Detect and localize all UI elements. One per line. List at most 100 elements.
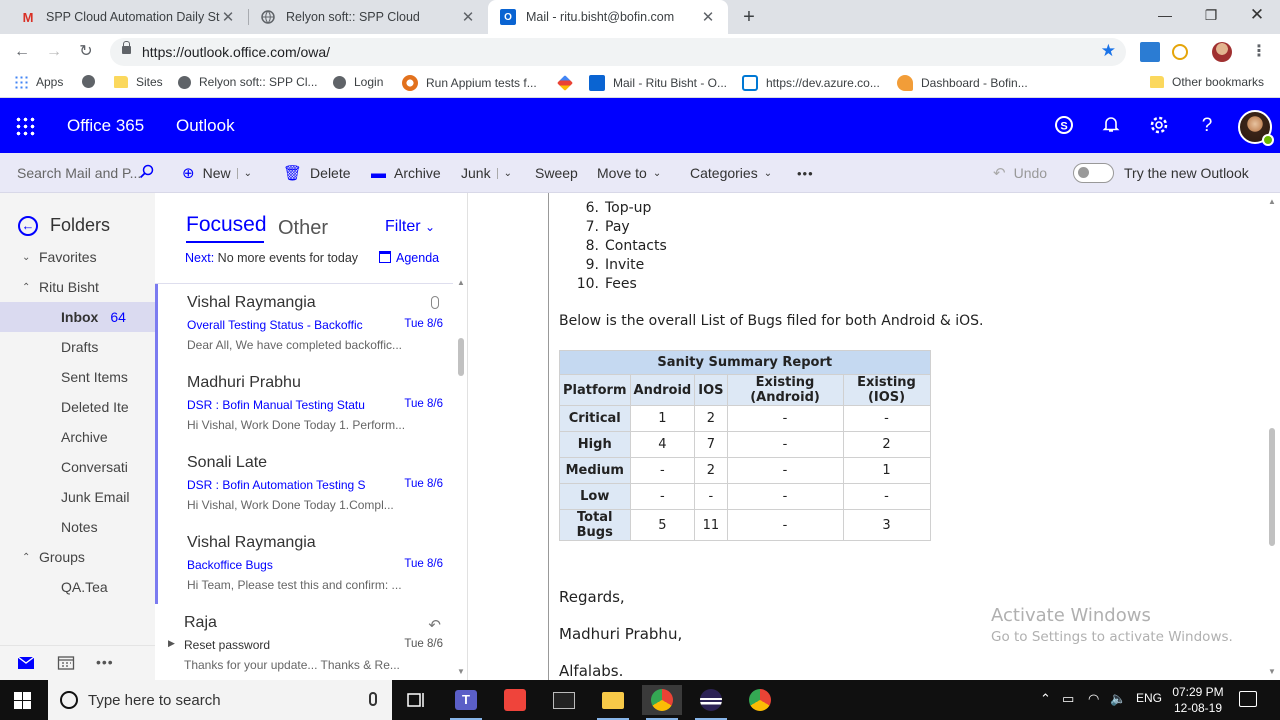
app-launcher-button[interactable] — [0, 98, 50, 153]
move-to-button[interactable]: Move to ⌄ — [597, 153, 661, 193]
close-window-icon[interactable]: ✕ — [1234, 0, 1280, 32]
extension-icon[interactable] — [1172, 44, 1188, 60]
bookmark-sites[interactable]: Sites — [114, 75, 163, 89]
tab-focused[interactable]: Focused — [186, 213, 267, 243]
scroll-down-icon[interactable]: ▼ — [1268, 667, 1276, 676]
close-tab-icon[interactable]: ✕ — [460, 8, 476, 26]
windows-start-icon[interactable] — [14, 692, 31, 709]
more-actions-button[interactable]: ••• — [797, 153, 814, 193]
chrome-icon[interactable] — [740, 685, 780, 715]
terminal-icon[interactable] — [544, 685, 584, 715]
minimize-icon[interactable]: — — [1142, 0, 1188, 32]
reading-scrollbar[interactable]: ▲ ▼ — [1264, 193, 1280, 680]
folder-groups[interactable]: ⌃ Groups — [0, 542, 155, 572]
microphone-icon[interactable] — [369, 692, 377, 706]
chevron-down-icon[interactable]: ⌄ — [496, 167, 512, 179]
volume-icon[interactable]: 🔈 — [1110, 691, 1126, 707]
message-item[interactable]: Sonali Late DSR : Bofin Automation Testi… — [155, 444, 453, 524]
calendar-icon[interactable] — [57, 656, 75, 670]
bookmark-apps[interactable]: Apps — [14, 75, 63, 89]
scroll-up-icon[interactable]: ▲ — [457, 278, 465, 287]
browser-tab[interactable]: M SPP Cloud Automation Daily Stat ✕ — [8, 0, 248, 34]
bookmark-star-icon[interactable]: ★ — [1101, 41, 1116, 61]
folders-header[interactable]: ← Folders — [18, 215, 110, 236]
file-explorer-icon[interactable] — [593, 685, 633, 720]
chevron-down-icon[interactable]: ⌄ — [236, 167, 252, 179]
expand-conversation-icon[interactable]: ▶ — [168, 638, 175, 649]
chevron-up-icon[interactable]: ⌃ — [22, 552, 33, 563]
message-item[interactable]: Madhuri Prabhu DSR : Bofin Manual Testin… — [155, 364, 453, 444]
message-item[interactable]: Vishal Raymangia Backoffice Bugs Tue 8/6… — [155, 524, 453, 604]
close-tab-icon[interactable]: ✕ — [700, 8, 716, 26]
search-icon[interactable] — [139, 164, 154, 179]
scrollbar-thumb[interactable] — [458, 338, 464, 376]
profile-avatar-icon[interactable] — [1212, 42, 1232, 62]
chevron-up-icon[interactable]: ⌃ — [1040, 691, 1051, 707]
chrome-icon[interactable] — [642, 685, 682, 720]
bookmark-item[interactable] — [82, 75, 103, 88]
battery-icon[interactable]: ▭ — [1062, 691, 1074, 707]
chevron-up-icon[interactable]: ⌃ — [22, 282, 33, 293]
folder-archive[interactable]: Archive — [0, 422, 155, 452]
tab-other[interactable]: Other — [278, 217, 328, 240]
try-new-outlook-toggle[interactable] — [1073, 163, 1114, 183]
skype-icon[interactable]: S — [1053, 115, 1075, 137]
bookmark-item[interactable]: Relyon soft:: SPP Cl... — [178, 75, 318, 89]
task-view-icon[interactable] — [396, 685, 436, 715]
wifi-icon[interactable]: ◠ — [1088, 691, 1099, 707]
group-item[interactable]: QA.Tea — [0, 572, 155, 602]
new-button[interactable]: ⊕ New ⌄ — [182, 153, 252, 193]
list-scrollbar[interactable]: ▲ ▼ — [455, 278, 467, 678]
forward-arrow-icon[interactable]: → — [42, 40, 66, 64]
folder-junk-email[interactable]: Junk Email — [0, 482, 155, 512]
categories-button[interactable]: Categories ⌄ — [690, 153, 772, 193]
address-bar[interactable]: https://outlook.office.com/owa/ ★ — [110, 38, 1126, 66]
bookmark-item[interactable]: https://dev.azure.co... — [742, 75, 880, 91]
sweep-button[interactable]: Sweep — [535, 153, 578, 193]
extension-icon[interactable] — [1140, 42, 1160, 62]
folder-favorites[interactable]: ⌄ Favorites — [0, 242, 155, 272]
agenda-link[interactable]: Agenda — [379, 251, 439, 265]
chevron-down-icon[interactable]: ⌄ — [22, 252, 33, 263]
language-indicator[interactable]: ENG — [1136, 691, 1162, 705]
app-name[interactable]: Outlook — [176, 116, 235, 136]
scrollbar-thumb[interactable] — [1269, 428, 1275, 546]
help-icon[interactable]: ? — [1196, 115, 1218, 137]
message-item[interactable]: Vishal Raymangia Overall Testing Status … — [155, 284, 453, 364]
office-brand[interactable]: Office 365 — [67, 116, 144, 136]
folder-account[interactable]: ⌃ Ritu Bisht — [0, 272, 155, 302]
restore-icon[interactable]: ❐ — [1188, 0, 1234, 32]
taskbar-search-box[interactable]: Type here to search — [48, 680, 392, 720]
more-modules-icon[interactable]: ••• — [96, 654, 114, 670]
bookmark-item[interactable]: Run Appium tests f... — [402, 75, 537, 91]
folder-drafts[interactable]: Drafts — [0, 332, 155, 362]
notification-center-icon[interactable] — [1239, 691, 1257, 707]
folder-notes[interactable]: Notes — [0, 512, 155, 542]
bookmark-item[interactable]: Dashboard - Bofin... — [897, 75, 1028, 91]
close-tab-icon[interactable]: ✕ — [220, 8, 236, 26]
delete-button[interactable]: 🗑 Delete — [283, 153, 351, 193]
bell-icon[interactable] — [1100, 115, 1122, 137]
mail-icon[interactable] — [17, 656, 35, 670]
taskbar-clock[interactable]: 07:29 PM 12-08-19 — [1170, 684, 1226, 716]
folder-conversation-history[interactable]: Conversati — [0, 452, 155, 482]
archive-button[interactable]: ▬ Archive — [371, 153, 441, 193]
reload-icon[interactable]: ↻ — [74, 40, 98, 64]
junk-button[interactable]: Junk ⌄ — [461, 153, 512, 193]
scroll-up-icon[interactable]: ▲ — [1268, 197, 1276, 206]
undo-button[interactable]: ↶ Undo — [993, 153, 1047, 193]
gear-icon[interactable] — [1148, 115, 1170, 137]
anydesk-icon[interactable] — [495, 685, 535, 715]
folder-sent-items[interactable]: Sent Items — [0, 362, 155, 392]
folder-inbox[interactable]: Inbox 64 — [0, 302, 155, 332]
new-tab-button[interactable]: + — [738, 6, 760, 28]
search-box[interactable]: Search Mail and P... — [0, 153, 158, 193]
bookmark-item[interactable]: Mail - Ritu Bisht - O... — [589, 75, 727, 91]
bookmark-other[interactable]: Other bookmarks — [1150, 75, 1264, 89]
folder-deleted-items[interactable]: Deleted Ite — [0, 392, 155, 422]
filter-button[interactable]: Filter ⌄ — [385, 218, 435, 236]
back-arrow-icon[interactable]: ← — [10, 40, 34, 64]
eclipse-icon[interactable] — [691, 685, 731, 720]
more-vertical-icon[interactable]: ⋮ — [1247, 40, 1271, 64]
back-arrow-icon[interactable]: ← — [18, 215, 38, 236]
